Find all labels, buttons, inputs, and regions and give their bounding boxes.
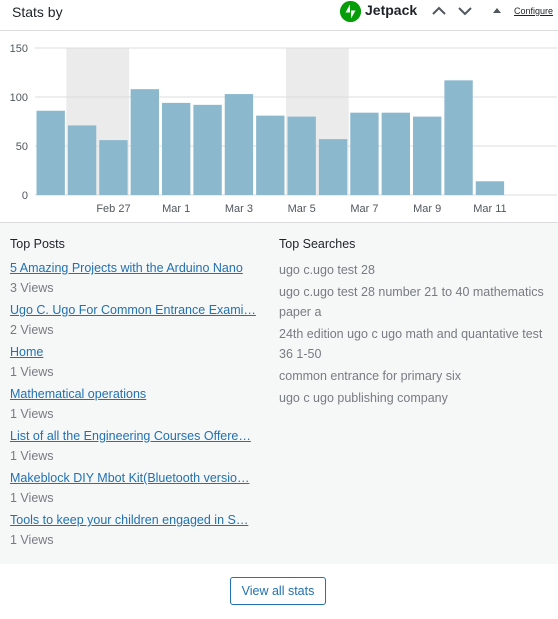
x-tick-label: Mar 9	[413, 203, 441, 215]
top-post-link[interactable]: List of all the Engineering Courses Offe…	[10, 428, 262, 445]
collapse-toggle-button[interactable]	[488, 2, 506, 20]
view-all-stats-button[interactable]: View all stats	[230, 577, 326, 605]
move-up-button[interactable]	[430, 2, 448, 20]
top-posts-heading: Top Posts	[10, 237, 65, 251]
search-term-item: 24th edition ugo c ugo math and quantati…	[279, 327, 543, 361]
top-post-item: List of all the Engineering Courses Offe…	[10, 428, 262, 465]
search-term-item: common entrance for primary six	[279, 369, 462, 383]
search-term-item: ugo c ugo publishing company	[279, 391, 448, 405]
top-post-views: 1 Views	[10, 365, 54, 379]
bar	[381, 112, 410, 195]
configure-link[interactable]: Configure	[514, 6, 553, 16]
bar	[130, 89, 159, 195]
stats-lists: Top Posts 5 Amazing Projects with the Ar…	[0, 222, 558, 565]
top-searches-heading: Top Searches	[279, 237, 356, 251]
bar	[67, 125, 97, 195]
top-post-item: Tools to keep your children engaged in S…	[10, 512, 262, 549]
top-post-views: 1 Views	[10, 491, 54, 505]
chevron-down-icon	[458, 7, 472, 16]
top-post-item: Home 1 Views	[10, 344, 262, 381]
x-tick-label: Feb 27	[96, 203, 130, 215]
move-down-button[interactable]	[456, 2, 474, 20]
x-tick-label: Mar 7	[350, 203, 378, 215]
y-tick-label: 0	[22, 190, 28, 202]
top-post-link[interactable]: Makeblock DIY Mbot Kit(Bluetooth versio…	[10, 470, 262, 487]
top-post-views: 1 Views	[10, 449, 54, 463]
x-tick-label: Mar 11	[473, 203, 506, 215]
top-searches-section: Top Searches ugo c.ugo test 28 ugo c.ugo…	[279, 237, 551, 410]
jetpack-logo-icon	[340, 1, 361, 22]
top-posts-section: Top Posts 5 Amazing Projects with the Ar…	[10, 237, 262, 554]
widget-header: Stats by Jetpack Configure	[0, 0, 558, 31]
bar	[318, 139, 348, 195]
top-post-views: 1 Views	[10, 407, 54, 421]
x-tick-label: Mar 5	[288, 203, 316, 215]
search-term-item: ugo c.ugo test 28 number 21 to 40 mathem…	[279, 285, 544, 319]
bar	[256, 115, 285, 195]
bar	[475, 181, 505, 195]
top-post-item: 5 Amazing Projects with the Arduino Nano…	[10, 260, 262, 297]
y-tick-label: 100	[10, 92, 28, 104]
top-post-views: 2 Views	[10, 323, 54, 337]
y-tick-label: 150	[10, 43, 28, 55]
bar	[224, 94, 254, 195]
chevron-up-icon	[432, 6, 446, 15]
views-bar-chart: 0 50 100 150 Feb 27 Mar 1 Mar 3 Mar 5 Mar 7 Mar 9…	[10, 43, 557, 215]
x-tick-label: Mar 1	[162, 203, 190, 215]
bar	[287, 116, 316, 195]
bar	[193, 104, 222, 195]
triangle-up-icon	[493, 8, 501, 13]
bar	[99, 140, 128, 195]
top-post-item: Ugo C. Ugo For Common Entrance Exami… 2 …	[10, 302, 262, 339]
jetpack-brand: Jetpack	[365, 2, 418, 18]
bar	[413, 116, 442, 195]
bar	[162, 102, 191, 195]
views-chart: 0 50 100 150 Feb 27 Mar 1 Mar 3 Mar 5 Mar 7 Mar 9…	[0, 31, 558, 222]
search-term-item: ugo c.ugo test 28	[279, 263, 375, 277]
y-tick-label: 50	[16, 141, 28, 153]
top-post-item: Mathematical operations 1 Views	[10, 386, 262, 423]
bar	[36, 110, 65, 195]
top-post-link[interactable]: Ugo C. Ugo For Common Entrance Exami…	[10, 302, 262, 319]
x-tick-label: Mar 3	[225, 203, 253, 215]
top-post-link[interactable]: Tools to keep your children engaged in S…	[10, 512, 262, 529]
top-post-link[interactable]: Home	[10, 344, 262, 361]
bar	[350, 112, 379, 195]
top-post-item: Makeblock DIY Mbot Kit(Bluetooth versio……	[10, 470, 262, 507]
widget-title: Stats by	[12, 4, 63, 20]
top-post-link[interactable]: Mathematical operations	[10, 386, 262, 403]
bar	[444, 80, 473, 195]
top-post-views: 1 Views	[10, 533, 54, 547]
top-post-views: 3 Views	[10, 281, 54, 295]
widget-footer: View all stats	[0, 564, 558, 619]
top-post-link[interactable]: 5 Amazing Projects with the Arduino Nano	[10, 260, 262, 277]
